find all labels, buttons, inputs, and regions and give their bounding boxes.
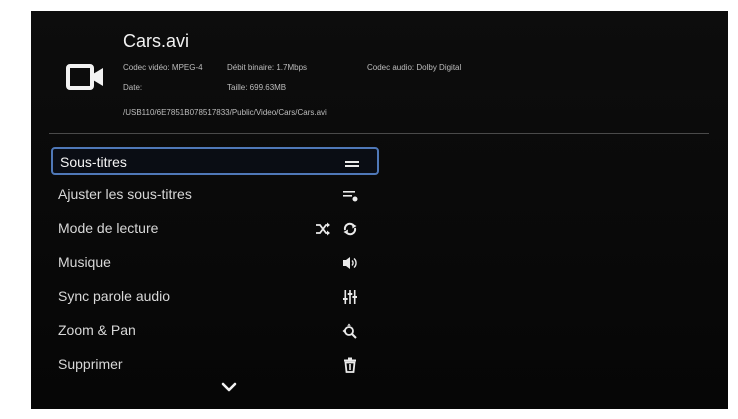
menu-item-label: Zoom & Pan	[58, 322, 136, 338]
video-codec: Codec vidéo: MPEG-4	[123, 63, 203, 72]
menu-item-adjust-subtitles[interactable]: Ajuster les sous-titres	[51, 181, 379, 209]
menu-item-label: Mode de lecture	[58, 220, 159, 236]
menu-screen: Cars.avi Codec vidéo: MPEG-4 Débit binai…	[31, 11, 728, 409]
equalizer-sliders-icon	[343, 290, 357, 304]
subtitle-adjust-icon	[343, 191, 358, 202]
menu-item-label: Sync parole audio	[58, 288, 171, 304]
shuffle-icon	[316, 222, 330, 236]
subtitles-icon	[345, 161, 359, 167]
audio-codec: Codec audio: Dolby Digital	[367, 63, 462, 72]
repeat-icon	[343, 222, 357, 236]
menu-item-music[interactable]: Musique	[51, 249, 379, 277]
header-divider	[49, 133, 709, 134]
menu-item-play-mode[interactable]: Mode de lecture	[51, 215, 379, 243]
chevron-down-icon[interactable]	[221, 382, 237, 392]
menu-item-label: Supprimer	[58, 356, 123, 372]
date-label: Date:	[123, 83, 143, 92]
menu-item-subtitles[interactable]: Sous-titres	[51, 147, 379, 175]
file-size: Taille: 699.63MB	[227, 83, 287, 92]
menu-item-label: Musique	[58, 254, 111, 270]
bitrate: Débit binaire: 1.7Mbps	[227, 63, 308, 72]
file-path: /USB110/6E7851B078517833/Public/Video/Ca…	[123, 108, 327, 117]
menu-item-label: Sous-titres	[60, 154, 127, 170]
zoom-icon	[342, 323, 357, 339]
menu-item-label: Ajuster les sous-titres	[58, 186, 192, 202]
menu-item-audio-sync[interactable]: Sync parole audio	[51, 283, 379, 311]
video-camera-icon	[66, 64, 103, 90]
menu-item-zoom-pan[interactable]: Zoom & Pan	[51, 317, 379, 345]
menu-item-delete[interactable]: Supprimer	[51, 351, 379, 379]
trash-icon	[344, 357, 356, 373]
speaker-icon	[343, 257, 357, 269]
file-title: Cars.avi	[123, 31, 190, 51]
